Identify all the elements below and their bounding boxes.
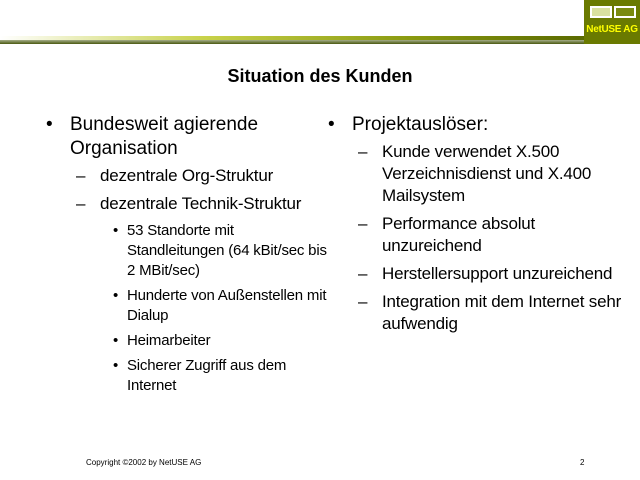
sub-bullet-text: dezentrale Org-Struktur <box>100 166 274 185</box>
slide-title: Situation des Kunden <box>227 66 413 86</box>
header-line <box>0 36 585 40</box>
sub-sub-bullet-item: • Sicherer Zugriff aus dem Internet <box>113 356 330 396</box>
sub-sub-bullet-item: • Heimarbeiter <box>113 331 330 351</box>
sub-bullet-item: – dezentrale Technik-Struktur <box>76 193 330 215</box>
sub-bullet-text: Kunde verwendet X.500 Verzeichnisdienst … <box>382 142 592 205</box>
sub-sub-bullet-item: • Hunderte von Außenstellen mit Dialup <box>113 286 330 326</box>
sub-sub-bullet-item: • 53 Standorte mit Standleitungen (64 kB… <box>113 221 330 281</box>
sub-sub-bullet-text: Hunderte von Außenstellen mit Dialup <box>127 287 327 324</box>
sub-bullet-text: dezentrale Technik-Struktur <box>100 194 302 213</box>
left-column: • Bundesweit agierende Organisation – de… <box>40 113 330 401</box>
sub-bullet-item: – Integration mit dem Internet sehr aufw… <box>358 291 622 335</box>
sub-sub-bullet-text: Sicherer Zugriff aus dem Internet <box>127 357 287 394</box>
dot-icon: • <box>113 357 119 374</box>
dash-icon: – <box>358 292 368 311</box>
logo-box-right-icon <box>614 6 636 18</box>
sub-bullet-text: Performance absolut unzureichend <box>382 214 536 255</box>
sub-bullet-text: Integration mit dem Internet sehr aufwen… <box>382 292 622 333</box>
dot-icon: • <box>113 332 119 349</box>
dash-icon: – <box>358 214 368 233</box>
sub-bullet-item: – Performance absolut unzureichend <box>358 213 622 257</box>
sub-bullet-item: – Kunde verwendet X.500 Verzeichnisdiens… <box>358 141 622 207</box>
sub-sub-bullet-text: Heimarbeiter <box>127 332 211 349</box>
bullet-item: • Bundesweit agierende Organisation <box>40 113 330 161</box>
dash-icon: – <box>358 264 368 283</box>
bullet-icon: • <box>328 114 335 135</box>
sub-bullet-text: Herstellersupport unzureichend <box>382 264 613 283</box>
bullet-item: • Projektauslöser: <box>322 113 622 137</box>
bullet-text: Projektauslöser: <box>352 114 489 135</box>
footer-copyright: Copyright ©2002 by NetUSE AG <box>86 458 202 467</box>
bullet-text: Bundesweit agierende Organisation <box>70 114 259 159</box>
dash-icon: – <box>76 194 86 213</box>
dash-icon: – <box>76 166 86 185</box>
header-bar: NetUSE AG <box>0 0 640 44</box>
sub-sub-bullet-text: 53 Standorte mit Standleitungen (64 kBit… <box>127 222 327 279</box>
page-number: 2 <box>580 458 585 467</box>
logo-box-left-icon <box>590 6 612 18</box>
sub-bullet-item: – dezentrale Org-Struktur <box>76 165 330 187</box>
right-column: • Projektauslöser: – Kunde verwendet X.5… <box>322 113 622 341</box>
logo-text: NetUSE AG <box>586 24 638 35</box>
dash-icon: – <box>358 142 368 161</box>
dot-icon: • <box>113 287 119 304</box>
netuse-logo: NetUSE AG <box>584 0 640 44</box>
sub-bullet-item: – Herstellersupport unzureichend <box>358 263 622 285</box>
dot-icon: • <box>113 222 119 239</box>
bullet-icon: • <box>46 114 53 135</box>
